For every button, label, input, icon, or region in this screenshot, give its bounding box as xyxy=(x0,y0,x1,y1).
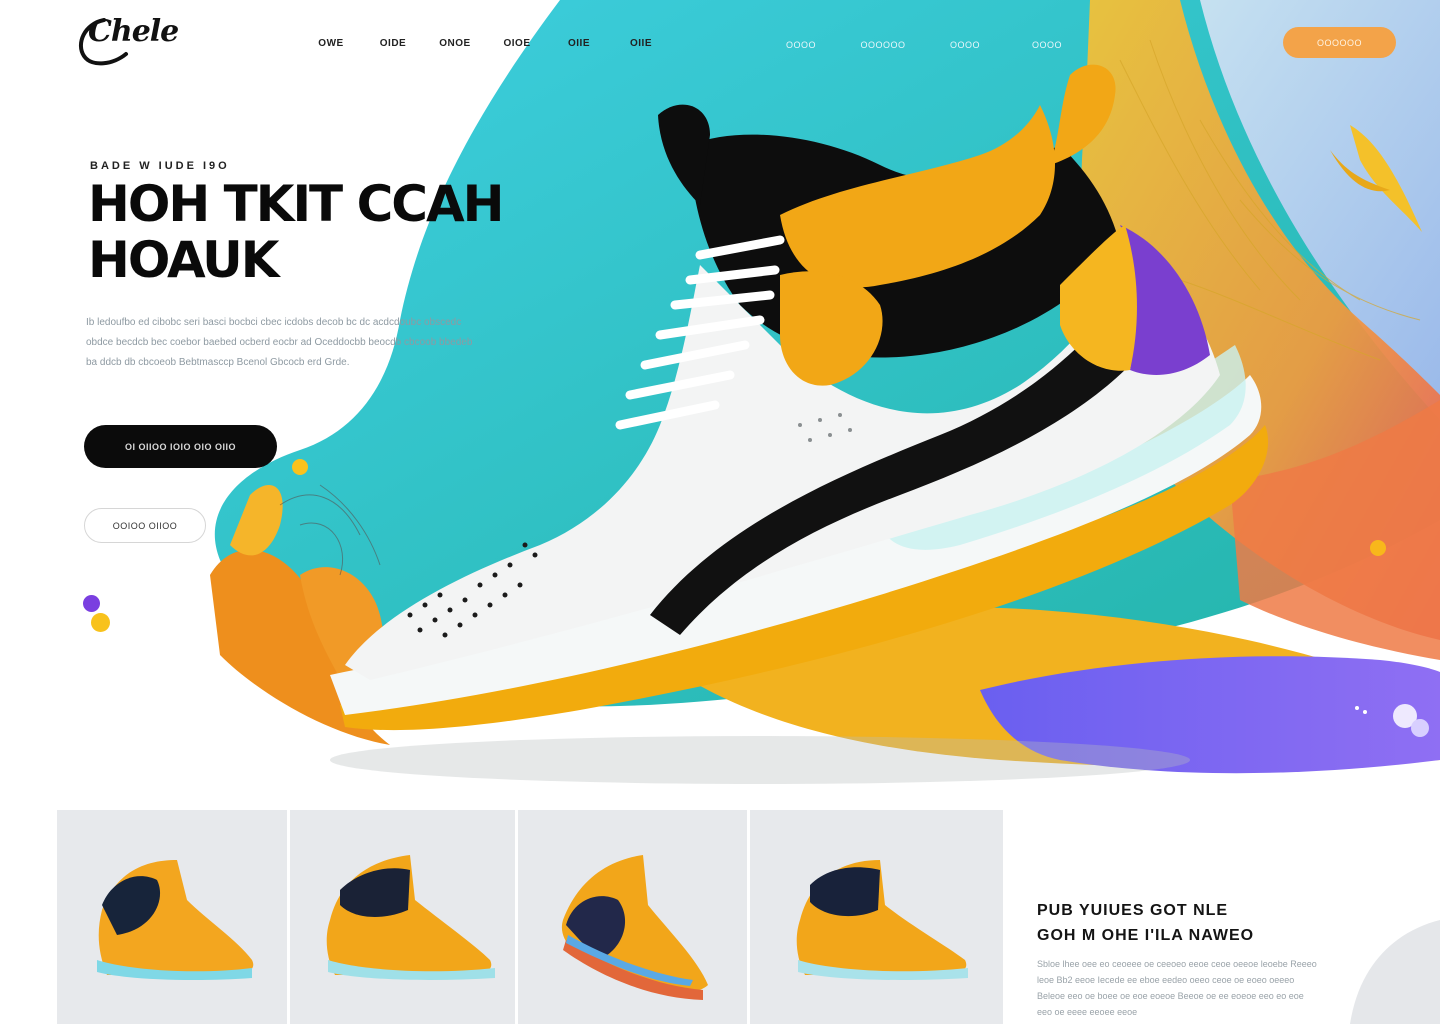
product-gallery xyxy=(57,810,1009,1024)
product-sneaker-4-image xyxy=(796,860,968,980)
product-card-1[interactable] xyxy=(57,810,287,1024)
secondary-nav-item-1[interactable]: OOOO xyxy=(760,40,842,50)
logo-text[interactable]: Chele xyxy=(88,14,179,49)
hero-headline-line-1: HOH TKIT CCAH xyxy=(88,175,505,233)
product-card-4[interactable] xyxy=(747,810,1003,1024)
secondary-nav-item-2[interactable]: OOOOOO xyxy=(842,40,924,50)
decor-dot-yellow xyxy=(91,613,110,632)
decor-dot-purple xyxy=(83,595,100,612)
hero-eyebrow: BADE W IUDE I9O xyxy=(90,160,230,172)
header-cta-button[interactable]: OOOOOO xyxy=(1283,27,1396,58)
nav-item-2[interactable]: OIDE xyxy=(362,38,424,49)
feature-title-line-1: PUB YUIUES GOT NLE xyxy=(1037,902,1229,919)
hero-sneaker-image xyxy=(210,64,1269,745)
feature-title: PUB YUIUES GOT NLE GOH M OHE I'ILA NAWEO xyxy=(1037,898,1337,948)
nav-item-5[interactable]: OIIE xyxy=(548,38,610,49)
nav-item-4[interactable]: OIOE xyxy=(486,38,548,49)
hero-description: Ib ledoufbo ed cibobc seri basci bocbci … xyxy=(86,317,473,368)
hero-secondary-button[interactable]: OOIOO OIIOO xyxy=(84,508,206,543)
secondary-nav: OOOO OOOOOO OOOO OOOO xyxy=(760,40,1088,50)
product-card-2[interactable] xyxy=(287,810,515,1024)
nav-item-6[interactable]: OIIE xyxy=(610,38,672,49)
hero-headline: HOH TKIT CCAH HOAUK xyxy=(88,176,518,288)
product-card-3[interactable] xyxy=(515,810,747,1024)
secondary-nav-item-3[interactable]: OOOO xyxy=(924,40,1006,50)
hero-primary-button[interactable]: OI OIIOO IOIO OIO OIIO xyxy=(84,425,277,468)
product-sneaker-2-image xyxy=(326,855,495,980)
decor-corner-blob xyxy=(1350,920,1440,1024)
secondary-nav-item-4[interactable]: OOOO xyxy=(1006,40,1088,50)
feature-description: Sbloe lhee oee eo ceoeee oe ceeoeo eeoe … xyxy=(1037,959,1317,1017)
primary-nav: OWE OIDE ONOE OIOE OIIE OIIE xyxy=(300,38,672,49)
product-sneaker-1-image xyxy=(97,860,254,980)
feature-title-line-2: GOH M OHE I'ILA NAWEO xyxy=(1037,927,1255,944)
product-sneaker-3-image xyxy=(561,855,708,1000)
nav-item-1[interactable]: OWE xyxy=(300,38,362,49)
hero-headline-line-2: HOAUK xyxy=(88,231,280,289)
nav-item-3[interactable]: ONOE xyxy=(424,38,486,49)
